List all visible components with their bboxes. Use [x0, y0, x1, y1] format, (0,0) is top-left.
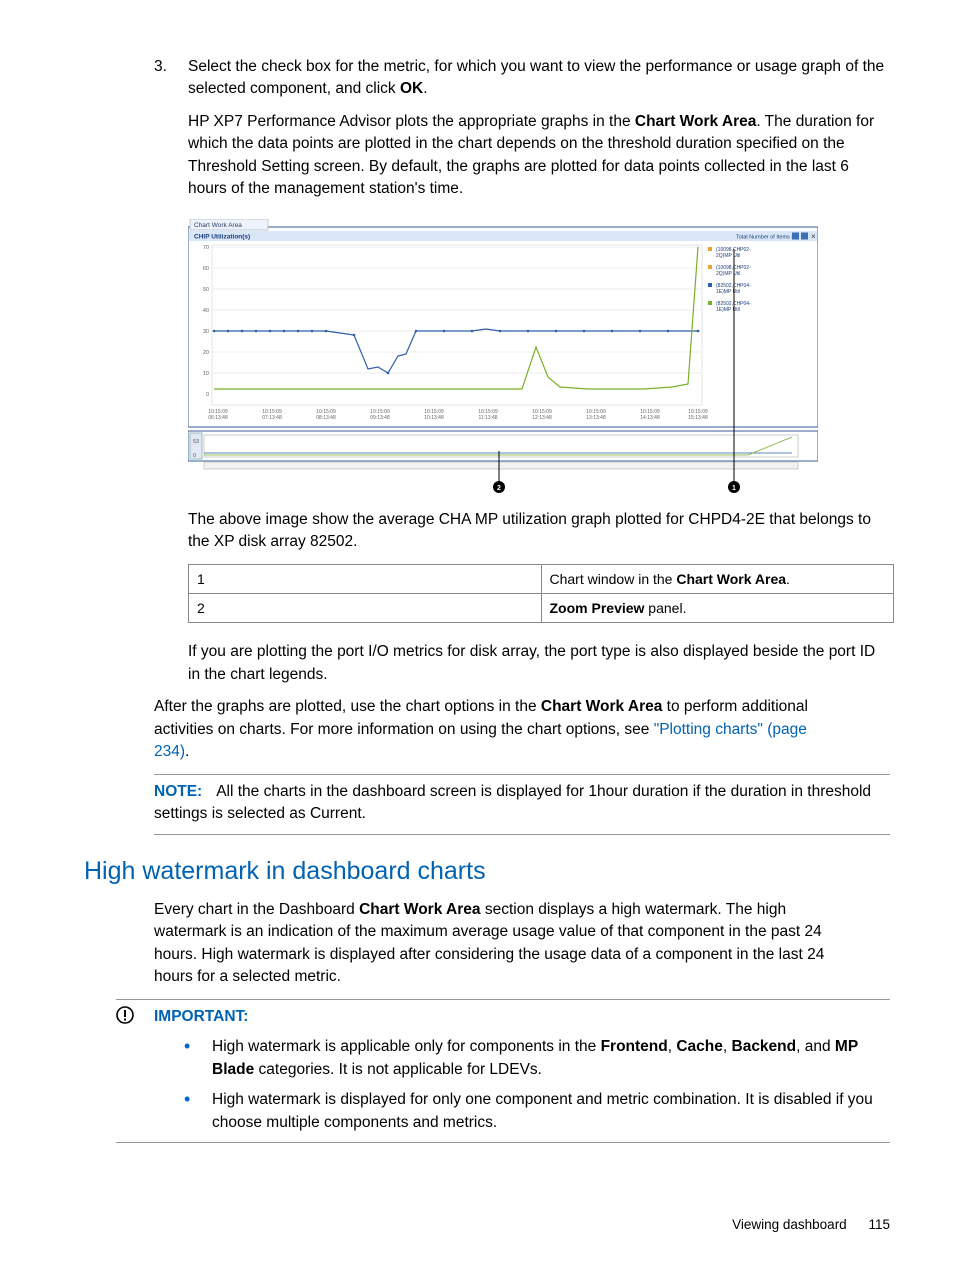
- important-rule-bottom: [116, 1142, 890, 1143]
- svg-text:14:13:48: 14:13:48: [640, 415, 660, 421]
- footer-section: Viewing dashboard: [732, 1217, 847, 1232]
- svg-text:70: 70: [203, 245, 209, 251]
- table-row: 2 Zoom Preview panel.: [189, 594, 894, 623]
- step3-text-bold: OK: [400, 80, 423, 97]
- svg-text:0: 0: [206, 392, 209, 398]
- figure-title: CHIP Utilization(s): [194, 233, 250, 240]
- note-rule-bottom: [154, 834, 890, 835]
- step3-p2-bold: Chart Work Area: [635, 113, 756, 130]
- svg-text:0: 0: [193, 453, 196, 459]
- after-figure-para: The above image show the average CHA MP …: [188, 509, 890, 554]
- svg-text:13:13:48: 13:13:48: [586, 415, 606, 421]
- svg-text:30: 30: [203, 329, 209, 335]
- svg-text:2Q)MP Util: 2Q)MP Util: [716, 271, 740, 277]
- svg-text:08:13:48: 08:13:48: [316, 415, 336, 421]
- svg-text:2Q)MP Util: 2Q)MP Util: [716, 253, 740, 259]
- page-footer: Viewing dashboard 115: [732, 1215, 890, 1235]
- svg-text:50: 50: [203, 287, 209, 293]
- step-3: 3. Select the check box for the metric, …: [154, 56, 890, 211]
- svg-text:10:13:48: 10:13:48: [424, 415, 444, 421]
- port-para: If you are plotting the port I/O metrics…: [188, 641, 890, 686]
- callout-2-num: 2: [189, 594, 542, 623]
- step-number: 3.: [154, 56, 188, 211]
- svg-text:60: 60: [203, 266, 209, 272]
- important-label: IMPORTANT:: [154, 1006, 248, 1028]
- step-body: Select the check box for the metric, for…: [188, 56, 890, 211]
- step3-p2-pre: HP XP7 Performance Advisor plots the app…: [188, 113, 635, 130]
- after-graphs-para: After the graphs are plotted, use the ch…: [154, 696, 826, 763]
- svg-text:09:13:48: 09:13:48: [370, 415, 390, 421]
- svg-text:1E)MP Util: 1E)MP Util: [716, 307, 740, 313]
- important-b2-text: High watermark is displayed for only one…: [212, 1089, 890, 1134]
- important-bullet-2: • High watermark is displayed for only o…: [184, 1089, 890, 1134]
- svg-text:×: ×: [811, 232, 816, 241]
- section-heading: High watermark in dashboard charts: [84, 853, 890, 889]
- svg-text:2: 2: [497, 485, 501, 492]
- table-row: 1 Chart window in the Chart Work Area.: [189, 564, 894, 593]
- chart-work-area-figure: Chart Work Area CHIP Utilization(s) Tota…: [188, 219, 818, 495]
- section-intro: Every chart in the Dashboard Chart Work …: [154, 899, 826, 989]
- svg-text:12:13:48: 12:13:48: [532, 415, 552, 421]
- note-block: NOTE:All the charts in the dashboard scr…: [154, 781, 890, 826]
- callout-2-desc: Zoom Preview panel.: [541, 594, 894, 623]
- svg-text:20: 20: [203, 350, 209, 356]
- svg-text:07:13:48: 07:13:48: [262, 415, 282, 421]
- important-block: IMPORTANT:: [116, 1006, 890, 1028]
- callout-1-desc: Chart window in the Chart Work Area.: [541, 564, 894, 593]
- svg-text:10: 10: [203, 371, 209, 377]
- step3-text-post: .: [423, 80, 427, 97]
- svg-text:40: 40: [203, 308, 209, 314]
- step3-text-pre: Select the check box for the metric, for…: [188, 58, 884, 97]
- footer-page: 115: [868, 1217, 890, 1232]
- svg-text:53: 53: [193, 439, 199, 445]
- callout-1-num: 1: [189, 564, 542, 593]
- callout-table: 1 Chart window in the Chart Work Area. 2…: [188, 564, 894, 624]
- important-bullet-1: • High watermark is applicable only for …: [184, 1036, 890, 1081]
- note-text: All the charts in the dashboard screen i…: [154, 783, 871, 822]
- svg-text:1: 1: [732, 485, 736, 492]
- svg-text:15:13:48: 15:13:48: [688, 415, 708, 421]
- note-label: NOTE:: [154, 783, 202, 800]
- svg-text:06:13:48: 06:13:48: [208, 415, 228, 421]
- svg-text:11:13:48: 11:13:48: [478, 415, 497, 421]
- svg-text:1E)MP Util: 1E)MP Util: [716, 289, 740, 295]
- bullet-icon: •: [184, 1089, 212, 1134]
- figure-tab-label: Chart Work Area: [194, 222, 242, 229]
- important-icon: [116, 1006, 154, 1028]
- bullet-icon: •: [184, 1036, 212, 1081]
- note-rule-top: [154, 774, 890, 775]
- important-rule-top: [116, 999, 890, 1000]
- figure-total-items: Total Number of Items 4: [736, 234, 794, 240]
